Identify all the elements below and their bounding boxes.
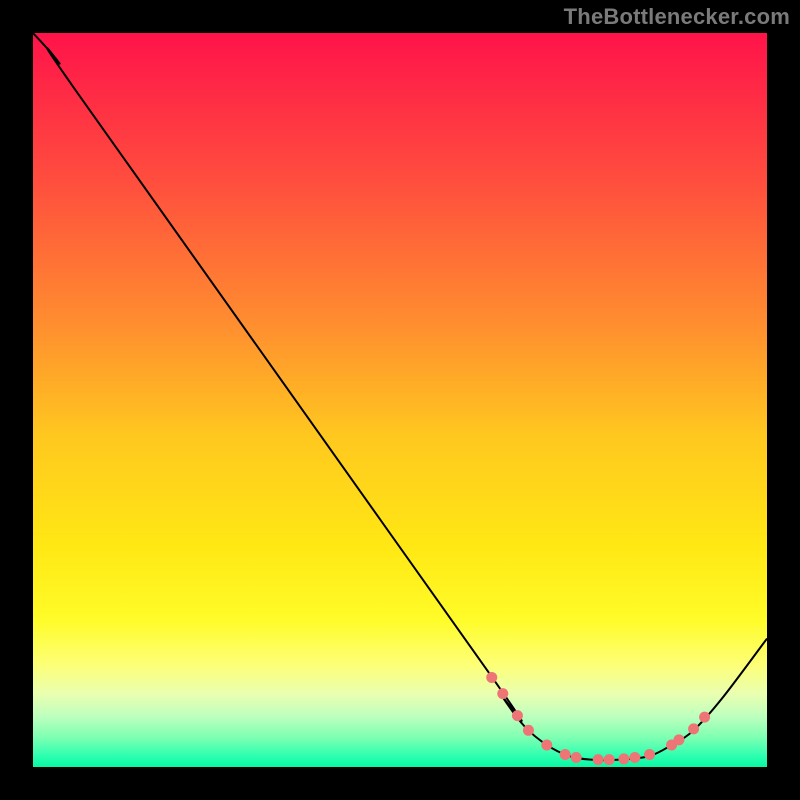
data-marker <box>593 754 604 765</box>
data-marker <box>486 672 497 683</box>
data-marker <box>523 725 534 736</box>
data-marker <box>604 754 615 765</box>
attribution-text: TheBottlenecker.com <box>564 4 790 30</box>
data-marker <box>688 723 699 734</box>
data-marker <box>571 752 582 763</box>
data-marker <box>497 688 508 699</box>
data-marker <box>644 749 655 760</box>
data-marker <box>560 749 571 760</box>
data-marker <box>618 753 629 764</box>
plot-area <box>33 33 767 767</box>
data-marker <box>629 752 640 763</box>
data-marker <box>673 734 684 745</box>
data-marker <box>512 710 523 721</box>
data-marker <box>699 712 710 723</box>
bottleneck-chart <box>33 33 767 767</box>
gradient-background <box>33 33 767 767</box>
chart-frame: TheBottlenecker.com <box>0 0 800 800</box>
data-marker <box>541 739 552 750</box>
